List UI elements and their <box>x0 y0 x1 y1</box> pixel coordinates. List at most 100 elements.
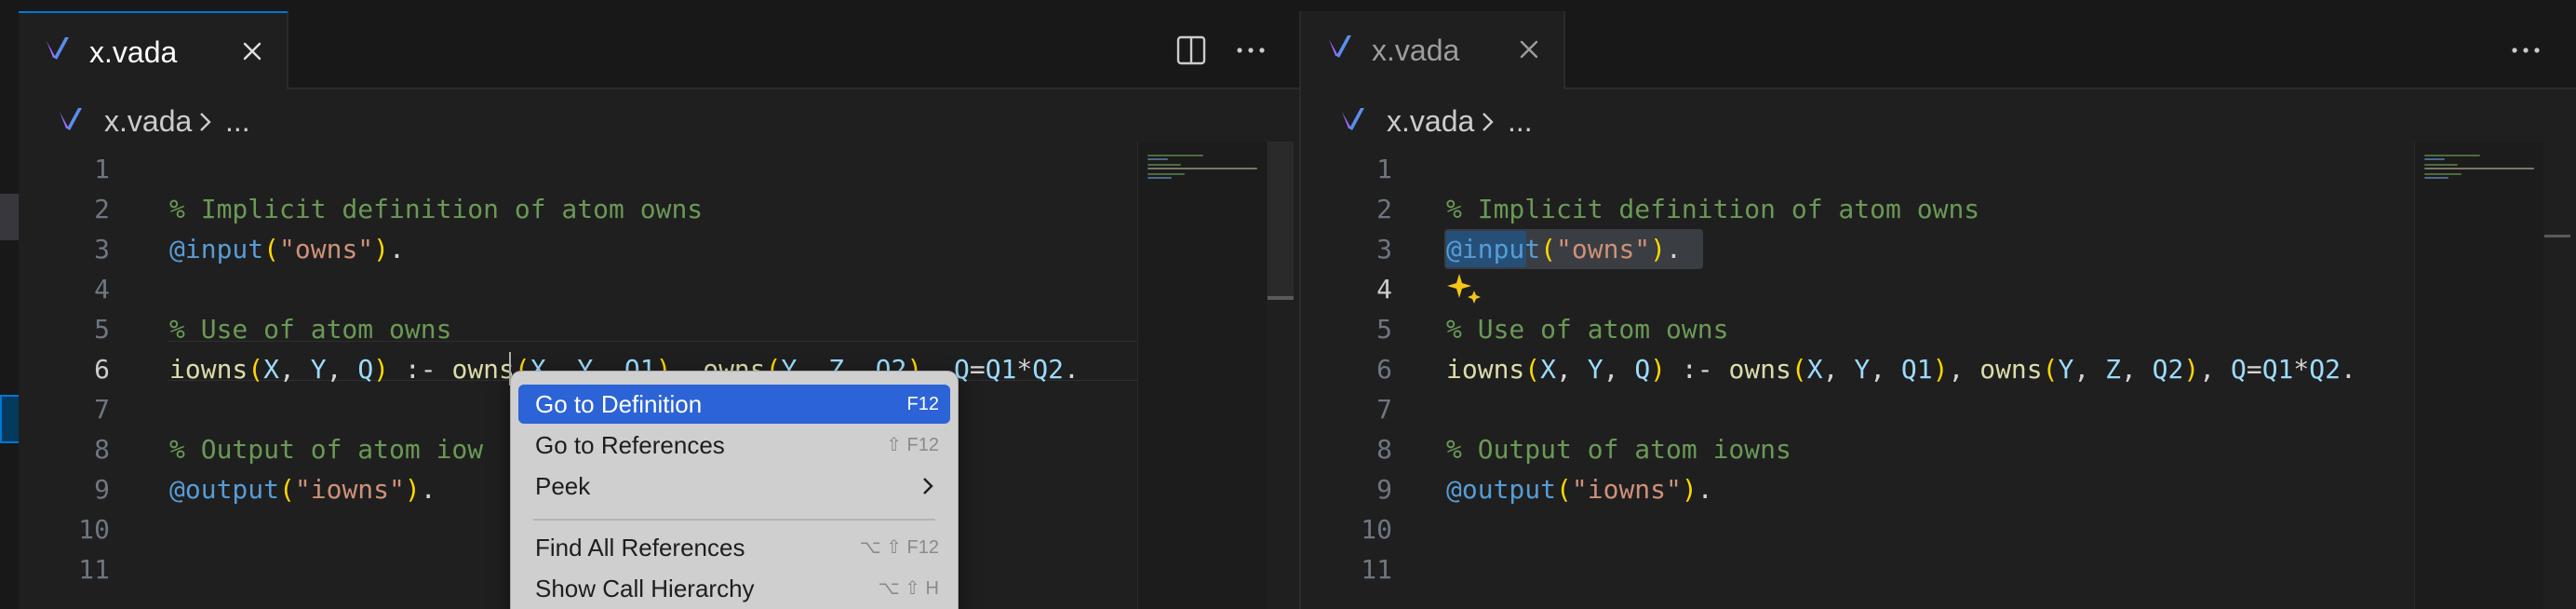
scrollbar-track <box>1268 142 1294 296</box>
close-icon[interactable] <box>238 37 266 65</box>
paren: ( <box>1540 234 1557 264</box>
menu-item-label: Peek <box>535 472 591 500</box>
paren: ) <box>404 474 421 505</box>
minimap-line <box>1147 155 1203 156</box>
comma: , <box>1870 354 1901 385</box>
decorator: @output <box>1446 474 1557 505</box>
sparkle-icon[interactable] <box>1446 270 1483 307</box>
breadcrumb-symbols[interactable]: ... <box>1508 102 1533 140</box>
terminator: . <box>389 234 405 264</box>
code-line-6: iowns(X, Y, Q) :- owns(X, Y, Q1), owns(Y… <box>1446 349 2356 389</box>
minimap-line <box>2424 158 2445 160</box>
vada-logo-icon <box>1342 108 1364 130</box>
variable: Q1 <box>1900 354 1933 385</box>
breadcrumb-file[interactable]: x.vada <box>1387 102 1474 140</box>
line-number: 1 <box>94 154 110 184</box>
minimap-line <box>1147 177 1172 179</box>
scrollbar-left[interactable] <box>1268 142 1294 609</box>
paren: ) <box>1932 354 1949 385</box>
menu-separator <box>533 519 935 521</box>
breadcrumb-file[interactable]: x.vada <box>104 102 192 140</box>
menu-item-find-all-references[interactable]: Find All References ⌥ ⇧ F12 <box>518 528 950 567</box>
equals: = <box>969 354 986 385</box>
menu-item-go-to-references[interactable]: Go to References ⇧ F12 <box>518 426 950 465</box>
paren: ( <box>248 354 264 385</box>
tab-label: x.vada <box>89 35 178 69</box>
menu-item-label: Go to Definition <box>535 390 703 418</box>
menu-item-label: Find All References <box>535 534 745 562</box>
menu-item-show-call-hierarchy[interactable]: Show Call Hierarchy ⌥ ⇧ H <box>518 569 950 608</box>
line-number: 8 <box>1376 434 1392 465</box>
decorator: @output <box>169 474 280 505</box>
menu-item-peek[interactable]: Peek <box>518 467 950 506</box>
line-number: 1 <box>1376 154 1392 184</box>
code-line-5: % Use of atom owns <box>169 314 452 345</box>
minimap-line <box>2424 168 2534 169</box>
minimap-line <box>2424 164 2458 166</box>
multiply: * <box>1016 354 1033 385</box>
comma: , <box>279 354 311 385</box>
paren: ) <box>1650 354 1667 385</box>
more-actions-icon[interactable] <box>2507 32 2544 69</box>
scrollbar-thumb[interactable] <box>2544 235 2570 237</box>
scrollbar-thumb[interactable] <box>1268 296 1294 300</box>
comma: , <box>1556 354 1588 385</box>
sidebar-focus <box>0 395 20 443</box>
minimap-line <box>1147 158 1168 160</box>
line-number-current: 4 <box>1376 274 1392 304</box>
atom-name: owns <box>451 354 515 385</box>
code-line-2: % Implicit definition of atom owns <box>169 194 704 224</box>
close-icon[interactable] <box>1515 35 1543 63</box>
paren: ) <box>1681 474 1697 505</box>
rule-operator: :- <box>389 354 452 385</box>
code-editor-right[interactable]: 1 2 3 4 5 6 7 8 9 10 11 % Implicit defin… <box>1301 142 2576 609</box>
breadcrumb-right: x.vada ... <box>1301 89 2576 140</box>
comma: , <box>326 354 358 385</box>
menu-item-label: Go to References <box>535 431 725 459</box>
scrollbar-right[interactable] <box>2544 142 2570 609</box>
paren: ( <box>1524 354 1541 385</box>
line-number: 2 <box>94 194 110 224</box>
code-line-5: % Use of atom owns <box>1446 314 1729 345</box>
line-number: 3 <box>94 234 110 264</box>
vada-logo-icon <box>60 108 82 130</box>
equals: = <box>2246 354 2262 385</box>
terminator: . <box>1063 354 1080 385</box>
tab-x-vada-left[interactable]: x.vada <box>19 11 288 89</box>
minimap-line <box>1147 164 1181 166</box>
code-line-8: % Output of atom iow <box>169 434 484 465</box>
line-number: 10 <box>78 514 110 545</box>
menu-item-shortcut: ⇧ F12 <box>886 435 939 455</box>
vada-logo-icon <box>47 37 69 60</box>
rule-operator: :- <box>1666 354 1729 385</box>
code-line-3: @input("owns"). <box>169 229 405 269</box>
line-number: 9 <box>94 474 110 505</box>
paren: ( <box>2042 354 2059 385</box>
editor-actions-left <box>1173 32 1275 69</box>
breadcrumb-symbols[interactable]: ... <box>225 102 250 140</box>
comma: , <box>1948 354 1980 385</box>
variable: Q2 <box>2309 354 2341 385</box>
vscode-window: x.vada x.vada ... 1 2 3 4 5 6 7 8 9 10 1… <box>0 0 2576 609</box>
tab-x-vada-right[interactable]: x.vada <box>1301 11 1565 89</box>
variable: Z <box>2105 354 2121 385</box>
variable: Y <box>1854 354 1871 385</box>
decorator: @input <box>169 234 264 264</box>
line-number: 10 <box>1361 514 1392 545</box>
comma: , <box>2073 354 2106 385</box>
comma: , <box>1822 354 1855 385</box>
chevron-right-icon <box>923 478 933 494</box>
menu-item-go-to-definition[interactable]: Go to Definition F12 <box>518 385 950 424</box>
line-number: 5 <box>1376 314 1392 345</box>
paren: ) <box>373 354 390 385</box>
minimap-left[interactable] <box>1137 142 1267 609</box>
paren: ( <box>1791 354 1807 385</box>
line-number: 9 <box>1376 474 1392 505</box>
string-literal: "owns" <box>279 234 374 264</box>
split-editor-icon[interactable] <box>1173 32 1210 69</box>
variable: Q2 <box>1032 354 1064 385</box>
more-actions-icon[interactable] <box>1232 32 1269 69</box>
minimap-right[interactable] <box>2414 142 2543 609</box>
variable: Y <box>1587 354 1603 385</box>
menu-item-label: Show Call Hierarchy <box>535 575 755 602</box>
